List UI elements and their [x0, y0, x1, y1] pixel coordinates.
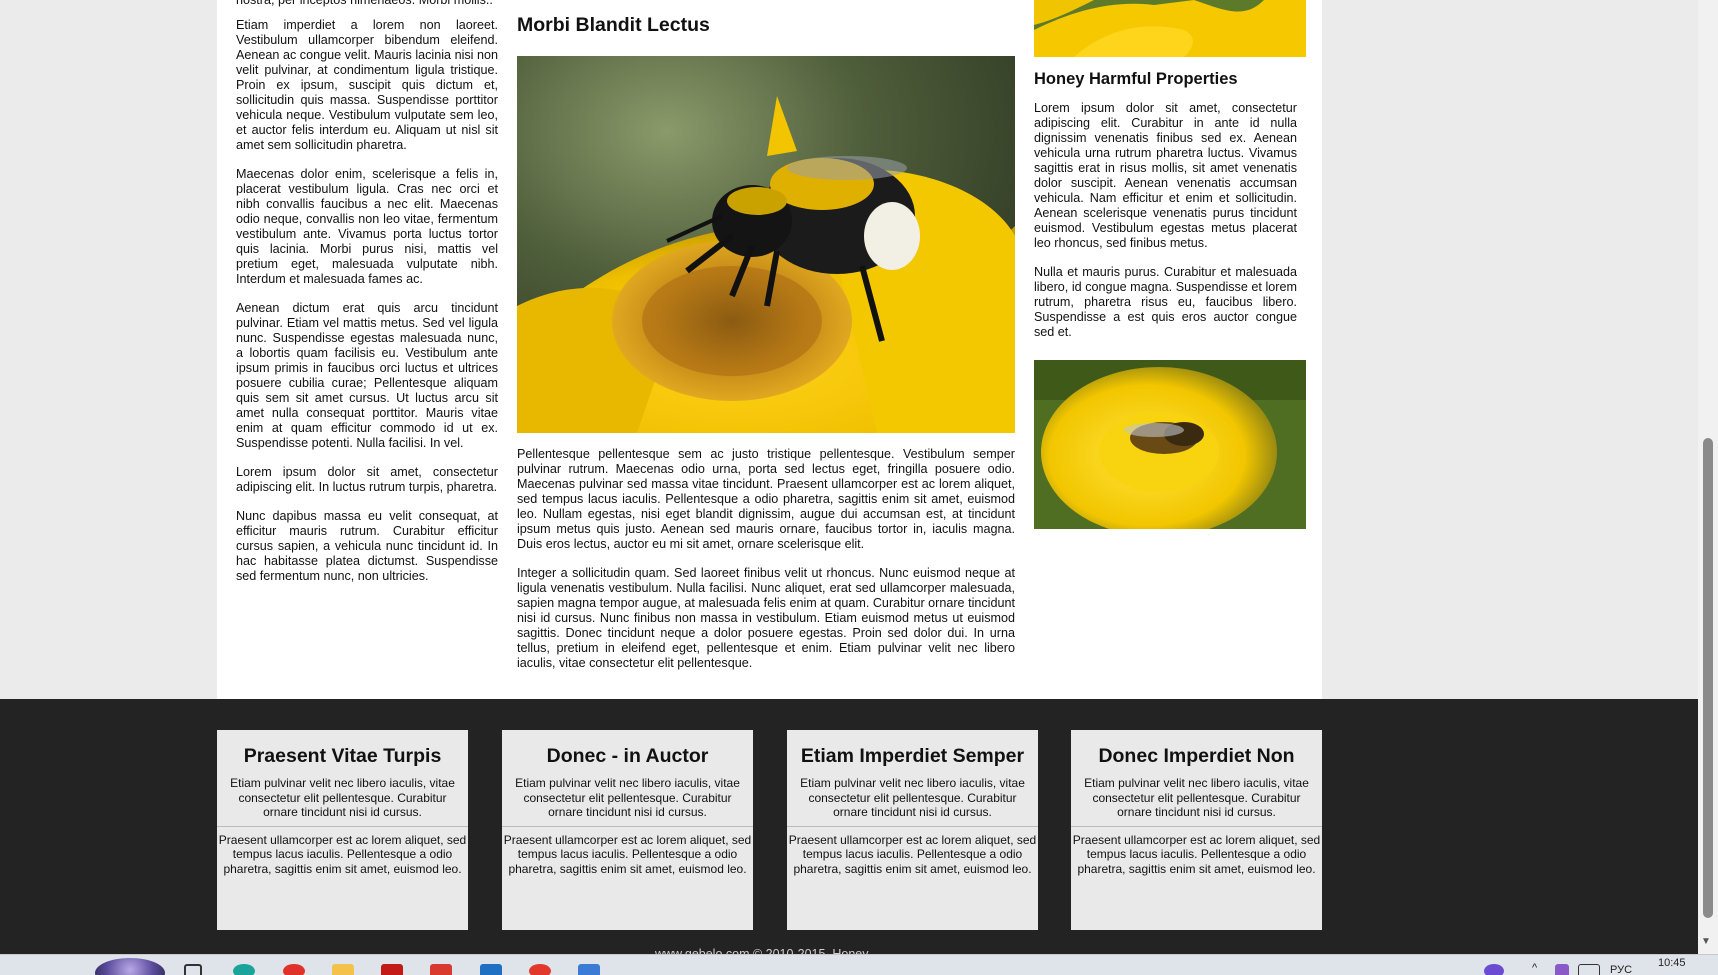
paragraph: Maecenas dolor enim, scelerisque a felis… [236, 167, 498, 286]
footer-card: Etiam Imperdiet Semper Etiam pulvinar ve… [787, 730, 1038, 930]
language-indicator[interactable]: РУС [1610, 964, 1632, 975]
dandelion-bee-photo [1034, 360, 1306, 529]
card-text: Praesent ullamcorper est ac lorem alique… [218, 832, 467, 876]
section-title: Honey Harmful Properties [1034, 70, 1238, 88]
card-text: Praesent ullamcorper est ac lorem alique… [503, 832, 752, 876]
paragraph: Lorem ipsum dolor sit amet, consectetur … [1034, 101, 1297, 250]
pdf-reader-icon[interactable] [381, 964, 403, 975]
task-view-icon[interactable] [184, 964, 202, 975]
right-column: Honey Harmful Properties Lorem ipsum dol… [1034, 0, 1306, 529]
article-title: Morbi Blandit Lectus [517, 14, 710, 36]
scrollbar-thumb[interactable] [1703, 438, 1713, 918]
edge-icon[interactable] [233, 964, 255, 975]
card-text: Etiam pulvinar velit nec libero iaculis,… [787, 776, 1038, 827]
visual-studio-icon[interactable] [1555, 964, 1569, 975]
paragraph: Aenean dictum erat quis arcu tincidunt p… [236, 301, 498, 450]
clock[interactable]: 10:45 [1658, 957, 1686, 969]
app-tiles-icon[interactable] [578, 964, 600, 975]
footer-card: Donec - in Auctor Etiam pulvinar velit n… [502, 730, 753, 930]
chrome-icon[interactable] [529, 964, 551, 975]
paragraph: Lorem ipsum dolor sit amet, consectetur … [236, 465, 498, 494]
yandex-icon[interactable] [283, 964, 305, 975]
card-title: Etiam Imperdiet Semper [800, 745, 1025, 767]
mail-icon[interactable] [480, 964, 502, 975]
paragraph: Nulla et mauris purus. Curabitur et male… [1034, 265, 1297, 339]
gmail-icon[interactable] [430, 964, 452, 975]
card-text: Etiam pulvinar velit nec libero iaculis,… [502, 776, 753, 827]
paragraph: Nunc dapibus massa eu velit consequat, a… [236, 509, 498, 583]
file-explorer-icon[interactable] [332, 964, 354, 975]
card-text: Etiam pulvinar velit nec libero iaculis,… [217, 776, 468, 827]
footer-card: Praesent Vitae Turpis Etiam pulvinar vel… [217, 730, 468, 930]
card-title: Donec - in Auctor [546, 745, 709, 767]
middle-column: Morbi Blandit Lectus Pellentesque pellen… [517, 14, 1015, 685]
card-text: Etiam pulvinar velit nec libero iaculis,… [1071, 776, 1322, 827]
taskbar [0, 954, 1718, 975]
scroll-down-arrow-icon[interactable]: ▼ [1701, 936, 1711, 947]
show-hidden-icon[interactable]: ^ [1532, 962, 1537, 974]
card-title: Praesent Vitae Turpis [243, 745, 442, 767]
card-text: Praesent ullamcorper est ac lorem alique… [1072, 832, 1321, 876]
onedrive-icon[interactable] [1484, 964, 1504, 975]
left-column: nostra, per inceptos himenaeos. Morbi mo… [236, 0, 498, 598]
paragraph: nostra, per inceptos himenaeos. Morbi mo… [236, 0, 493, 7]
card-text: Praesent ullamcorper est ac lorem alique… [788, 832, 1037, 876]
paragraph: Integer a sollicitudin quam. Sed laoreet… [517, 566, 1015, 670]
paragraph: Etiam imperdiet a lorem non laoreet. Ves… [236, 18, 498, 152]
bee-on-flower-photo [517, 56, 1015, 433]
yellow-flower-photo [1034, 0, 1306, 57]
paragraph: Pellentesque pellentesque sem ac justo t… [517, 447, 1015, 551]
keyboard-icon[interactable] [1578, 964, 1600, 975]
card-title: Donec Imperdiet Non [1098, 745, 1295, 767]
footer-card: Donec Imperdiet Non Etiam pulvinar velit… [1071, 730, 1322, 930]
